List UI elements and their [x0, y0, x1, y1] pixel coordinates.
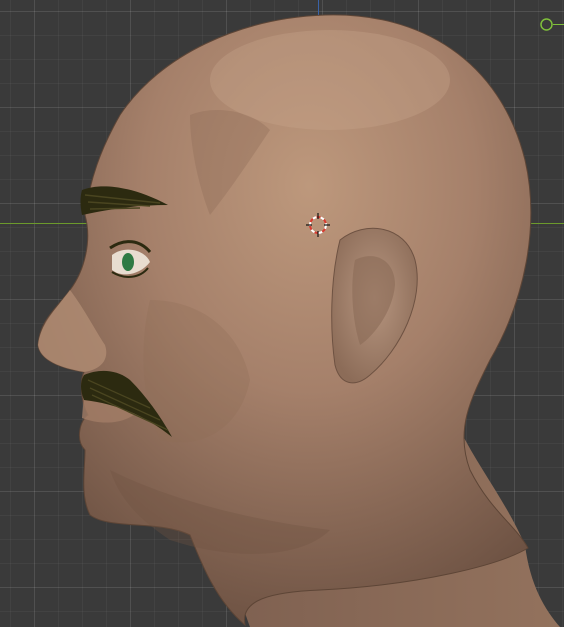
light-direction-line	[553, 24, 564, 25]
3d-cursor-icon[interactable]	[306, 213, 330, 237]
light-object-icon[interactable]	[540, 18, 553, 31]
3d-viewport[interactable]	[0, 0, 564, 627]
head-model[interactable]	[0, 0, 564, 627]
